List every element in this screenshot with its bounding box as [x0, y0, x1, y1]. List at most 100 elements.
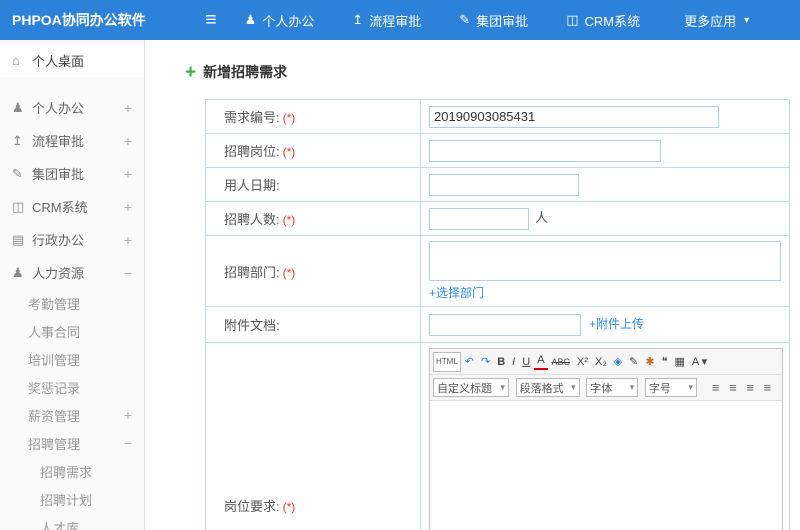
sidebar-level1-list: ♟ 个人办公 + ↥ 流程审批 + ✎ 集团审批 + ◫ CRM系统 + ▤ 行… [0, 91, 144, 289]
align-right-icon[interactable]: ≡ [743, 380, 757, 395]
subscript-icon[interactable]: X₂ [592, 353, 610, 371]
expand-toggle-icon[interactable]: + [124, 407, 132, 423]
editor-select-label: 自定义标题 [437, 382, 492, 395]
department-label-cell: 招聘部门: (*) [205, 235, 421, 307]
job-req-label: 岗位要求: [224, 498, 280, 514]
chart-icon: ◫ [566, 12, 579, 27]
nav-label: 个人办公 [262, 13, 315, 29]
add-icon: + [185, 61, 197, 83]
user-icon: ♟ [244, 12, 257, 27]
editor-select-label: 字号 [648, 382, 671, 395]
table-row: 招聘人数: (*) 人 [205, 201, 790, 236]
paragraph-format-select[interactable]: 段落格式 ▾ [515, 378, 580, 397]
editor-select-label: 段落格式 [519, 382, 564, 395]
italic-icon[interactable]: I [509, 353, 518, 371]
sidebar-recruit-demand[interactable]: 招聘需求 [0, 457, 144, 485]
editor-selects: 自定义标题 ▾ 段落格式 ▾ 字体 ▾ 字号 ▾ [433, 378, 700, 397]
sidebar-hr-contract[interactable]: 人事合同 [0, 317, 144, 345]
sidebar-process-approval[interactable]: ↥ 流程审批 + [0, 124, 144, 157]
format-painter-icon[interactable]: ✎ [626, 353, 641, 371]
sidebar-recruit[interactable]: 招聘管理 − [0, 429, 144, 457]
nav-label: CRM系统 [584, 13, 641, 29]
sidebar-talent-pool[interactable]: 人才库 [0, 513, 144, 530]
select-department-link[interactable]: +选择部门 [429, 286, 484, 300]
expand-toggle-icon[interactable]: − [124, 265, 132, 281]
upload-icon: ↥ [352, 12, 364, 27]
attachment-label: 附件文档: [224, 318, 280, 333]
table-row: 用人日期: [205, 167, 790, 202]
nav-crm-system[interactable]: ◫ CRM系统 [566, 11, 648, 30]
font-color-icon[interactable]: A [534, 353, 548, 370]
attachment-upload-link[interactable]: +附件上传 [589, 317, 644, 331]
sidebar-hr[interactable]: ♟ 人力资源 − [0, 256, 144, 289]
req-no-input[interactable] [429, 105, 719, 128]
sidebar-salary[interactable]: 薪资管理 + [0, 401, 144, 429]
hire-date-input[interactable] [429, 173, 579, 196]
nav-personal-office[interactable]: ♟ 个人办公 [245, 11, 323, 30]
heading-select[interactable]: 自定义标题 ▾ [433, 378, 509, 397]
sidebar: ⌂ 个人桌面 ♟ 个人办公 + ↥ 流程审批 + ✎ 集团审批 + ◫ CRM系… [0, 40, 145, 530]
sidebar-attendance[interactable]: 考勤管理 [0, 289, 144, 317]
sidebar-recruit-plan[interactable]: 招聘计划 [0, 485, 144, 513]
redo-icon[interactable]: ↷ [478, 353, 493, 371]
strikethrough-icon[interactable]: ABC [549, 353, 574, 371]
sidebar-group-approval[interactable]: ✎ 集团审批 + [0, 157, 144, 190]
blockquote-icon[interactable]: ❝ [659, 353, 671, 371]
hamburger-menu-icon[interactable]: ≡ [205, 10, 217, 30]
expand-toggle-icon[interactable]: + [124, 166, 132, 182]
sidebar-crm-system[interactable]: ◫ CRM系统 + [0, 190, 144, 223]
highlight-icon[interactable]: ✱ [642, 353, 657, 371]
sidebar-hr-sublist: 考勤管理 人事合同 培训管理 奖惩记录 薪资管理 + 招聘管理 − [0, 289, 144, 457]
building-icon: ▤ [12, 231, 25, 247]
headcount-label: 招聘人数: [224, 212, 280, 227]
nav-group-approval[interactable]: ✎ 集团审批 [459, 11, 536, 30]
sidebar-item-label: 薪资管理 [28, 408, 81, 424]
sidebar-training[interactable]: 培训管理 [0, 345, 144, 373]
page-title: + 新增招聘需求 [185, 62, 800, 82]
expand-toggle-icon[interactable]: + [124, 100, 132, 116]
expand-toggle-icon[interactable]: + [124, 199, 132, 215]
sidebar-item-label: CRM系统 [32, 200, 88, 215]
required-marker: (*) [282, 213, 296, 227]
expand-toggle-icon[interactable]: − [124, 435, 132, 451]
sidebar-admin-office[interactable]: ▤ 行政办公 + [0, 223, 144, 256]
sidebar-personal-desktop[interactable]: ⌂ 个人桌面 [0, 44, 144, 77]
hire-date-label-cell: 用人日期: [205, 167, 421, 202]
underline-icon[interactable]: U [519, 353, 533, 371]
position-label: 招聘岗位: [224, 144, 280, 159]
department-textarea[interactable] [429, 241, 781, 281]
align-justify-icon[interactable]: ≡ [761, 380, 775, 395]
text-color-dropdown-icon[interactable]: A ▾ [689, 353, 710, 371]
font-size-select[interactable]: 字号 ▾ [644, 378, 697, 397]
sidebar-personal-office[interactable]: ♟ 个人办公 + [0, 91, 144, 124]
sidebar-item-label: 个人办公 [32, 101, 85, 116]
align-left-icon[interactable]: ≡ [709, 380, 723, 395]
expand-toggle-icon[interactable]: + [124, 232, 132, 248]
nav-process-approval[interactable]: ↥ 流程审批 [352, 11, 429, 30]
nav-more-apps[interactable]: 更多应用 ▾ [678, 11, 749, 30]
sidebar-rewards[interactable]: 奖惩记录 [0, 373, 144, 401]
sidebar-item-label: 招聘计划 [40, 492, 93, 508]
editor-content-area[interactable] [430, 401, 782, 530]
department-label: 招聘部门: [224, 264, 280, 280]
headcount-label-cell: 招聘人数: (*) [205, 201, 421, 236]
required-marker: (*) [282, 145, 296, 159]
attachment-input[interactable] [429, 313, 581, 336]
align-center-icon[interactable]: ≡ [726, 380, 740, 395]
sidebar-item-label: 行政办公 [32, 233, 85, 248]
html-source-button[interactable]: HTML [433, 351, 461, 372]
position-input[interactable] [429, 139, 661, 162]
undo-icon[interactable]: ↶ [462, 353, 477, 371]
eraser-icon[interactable]: ◈ [611, 353, 625, 371]
headcount-input[interactable] [429, 207, 529, 230]
home-icon: ⌂ [12, 53, 20, 68]
user-icon: ♟ [12, 99, 24, 115]
bold-icon[interactable]: B [494, 353, 508, 371]
required-marker: (*) [282, 265, 296, 280]
expand-toggle-icon[interactable]: + [124, 133, 132, 149]
emoticon-icon[interactable]: ▦ [671, 353, 687, 371]
font-family-select[interactable]: 字体 ▾ [586, 378, 639, 397]
sidebar-item-label: 招聘需求 [40, 464, 93, 480]
superscript-icon[interactable]: X² [574, 353, 591, 371]
table-row: 招聘岗位: (*) [205, 133, 790, 168]
